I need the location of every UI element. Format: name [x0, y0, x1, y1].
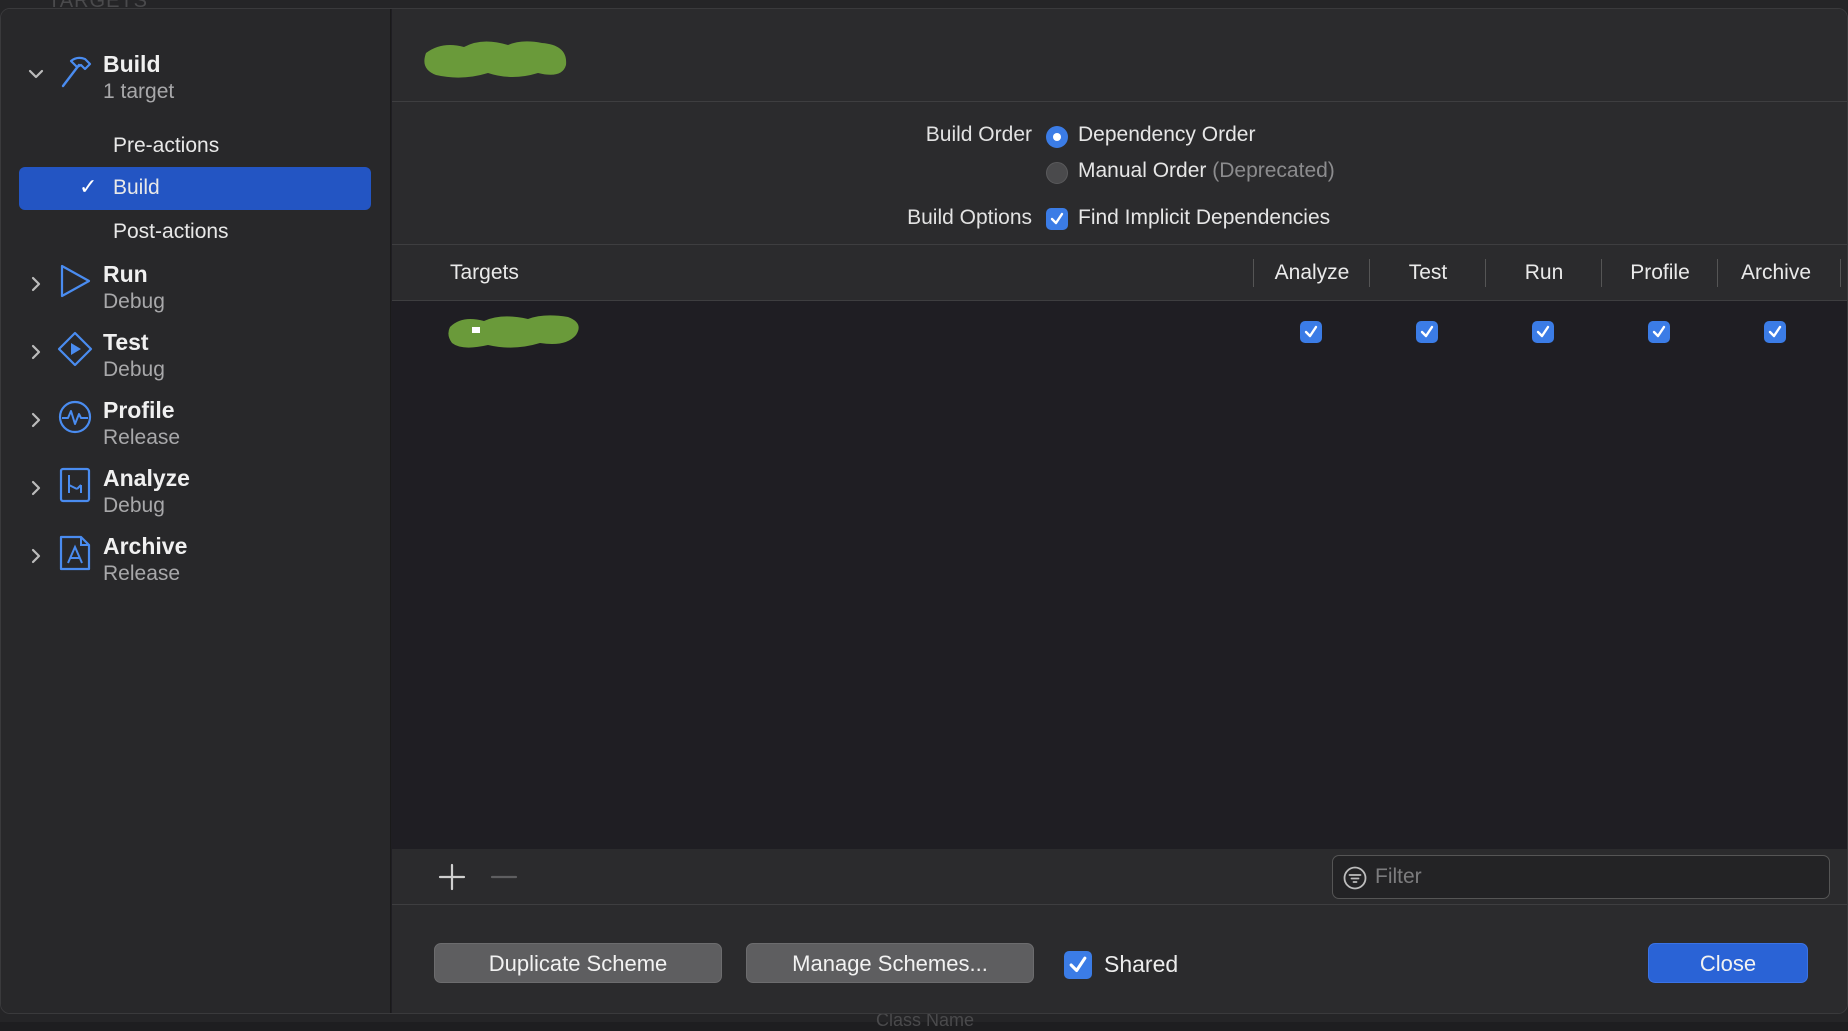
- chevron-down-icon[interactable]: [27, 65, 45, 83]
- profile-action-subtitle: Release: [103, 426, 181, 449]
- sidebar-item-pre-actions[interactable]: Pre-actions: [19, 125, 371, 168]
- close-button[interactable]: Close: [1648, 943, 1808, 983]
- chevron-right-icon[interactable]: [27, 275, 45, 293]
- column-archive[interactable]: Archive: [1718, 261, 1834, 285]
- chevron-right-icon[interactable]: [27, 479, 45, 497]
- column-analyze[interactable]: Analyze: [1254, 261, 1370, 285]
- dependency-order-label[interactable]: Dependency Order: [1078, 123, 1255, 147]
- scheme-actions-sidebar: Build 1 target Pre-actions ✓ Build Post-…: [1, 9, 391, 1013]
- checkmark-icon: [1768, 325, 1782, 338]
- manage-schemes-button[interactable]: Manage Schemes...: [746, 943, 1034, 983]
- play-icon: [60, 264, 91, 298]
- column-run[interactable]: Run: [1486, 261, 1602, 285]
- manual-order-text: Manual Order: [1078, 159, 1207, 182]
- targets-table-body: [392, 301, 1847, 849]
- sidebar-action-archive[interactable]: Archive Release: [1, 533, 391, 597]
- targets-table-header: Targets Analyze Test Run Profile Archive: [392, 245, 1847, 301]
- build-options-panel: Build Order Dependency Order Manual Orde…: [392, 102, 1847, 245]
- sidebar-action-analyze[interactable]: Analyze Debug: [1, 465, 391, 529]
- manual-order-label[interactable]: Manual Order (Deprecated): [1078, 159, 1335, 183]
- chevron-right-icon[interactable]: [27, 343, 45, 361]
- column-test[interactable]: Test: [1370, 261, 1486, 285]
- profile-action-name: Profile: [103, 397, 175, 423]
- test-action-subtitle: Debug: [103, 358, 165, 381]
- checkmark-icon: [1050, 212, 1064, 225]
- pre-actions-label: Pre-actions: [113, 134, 220, 157]
- analyze-action-subtitle: Debug: [103, 494, 165, 517]
- sidebar-action-test[interactable]: Test Debug: [1, 329, 391, 393]
- scheme-editor-sheet: Build 1 target Pre-actions ✓ Build Post-…: [0, 8, 1848, 1014]
- build-action-name: Build: [103, 51, 161, 77]
- column-divider: [1840, 259, 1841, 287]
- test-diamond-icon: [57, 331, 93, 367]
- waveform-icon: [58, 400, 92, 434]
- run-checkbox[interactable]: [1532, 321, 1554, 343]
- table-row[interactable]: [392, 301, 1847, 359]
- filter-field[interactable]: [1332, 855, 1830, 899]
- filter-icon: [1343, 866, 1367, 890]
- redaction-mark: [424, 41, 567, 78]
- build-action-subtitle: 1 target: [103, 80, 175, 103]
- find-implicit-checkbox[interactable]: [1046, 208, 1068, 230]
- archive-action-subtitle: Release: [103, 562, 181, 585]
- post-actions-label: Post-actions: [113, 220, 229, 243]
- sheet-footer: Duplicate Scheme Manage Schemes... Share…: [392, 905, 1847, 1013]
- build-settings-pane: we Build Order Dependency Order Manual O…: [392, 9, 1847, 1013]
- column-profile[interactable]: Profile: [1602, 261, 1718, 285]
- sidebar-action-profile[interactable]: Profile Release: [1, 397, 391, 461]
- sidebar-item-post-actions[interactable]: Post-actions: [19, 211, 371, 254]
- redaction-mark: [448, 315, 579, 348]
- targets-toolbar: [392, 849, 1847, 905]
- chevron-right-icon[interactable]: [27, 411, 45, 429]
- shared-label: Shared: [1104, 951, 1179, 977]
- run-action-subtitle: Debug: [103, 290, 165, 313]
- checkmark-icon: ✓: [79, 174, 98, 199]
- scheme-title-bar: we: [392, 9, 1847, 102]
- run-action-name: Run: [103, 261, 148, 287]
- checkmark-icon: [1652, 325, 1666, 338]
- sidebar-item-build[interactable]: ✓ Build: [19, 167, 371, 210]
- checkmark-icon: [1304, 325, 1318, 338]
- test-action-name: Test: [103, 329, 149, 355]
- shared-checkbox[interactable]: [1064, 951, 1092, 979]
- profile-checkbox[interactable]: [1648, 321, 1670, 343]
- archive-icon: [59, 535, 91, 571]
- sidebar-action-run[interactable]: Run Debug: [1, 261, 391, 325]
- analyze-checkbox[interactable]: [1300, 321, 1322, 343]
- build-order-label: Build Order: [925, 123, 1032, 146]
- column-targets[interactable]: Targets: [450, 261, 519, 285]
- filter-input[interactable]: [1375, 862, 1815, 892]
- analyze-icon: [59, 467, 91, 503]
- checkmark-icon: [1069, 956, 1087, 973]
- checkmark-icon: [1420, 325, 1434, 338]
- dependency-order-radio[interactable]: [1046, 126, 1068, 148]
- chevron-right-icon[interactable]: [27, 547, 45, 565]
- archive-action-name: Archive: [103, 533, 188, 559]
- add-target-icon[interactable]: [436, 861, 468, 893]
- remove-target-icon[interactable]: [488, 861, 520, 893]
- analyze-action-name: Analyze: [103, 465, 190, 491]
- hammer-icon: [61, 56, 92, 88]
- deprecated-note: (Deprecated): [1212, 159, 1335, 182]
- checkmark-icon: [1536, 325, 1550, 338]
- build-options-label: Build Options: [907, 206, 1032, 229]
- sidebar-action-build[interactable]: Build 1 target: [1, 51, 391, 115]
- archive-checkbox[interactable]: [1764, 321, 1786, 343]
- test-checkbox[interactable]: [1416, 321, 1438, 343]
- duplicate-scheme-button[interactable]: Duplicate Scheme: [434, 943, 722, 983]
- manual-order-radio[interactable]: [1046, 162, 1068, 184]
- build-item-label: Build: [113, 176, 160, 199]
- find-implicit-label[interactable]: Find Implicit Dependencies: [1078, 206, 1330, 230]
